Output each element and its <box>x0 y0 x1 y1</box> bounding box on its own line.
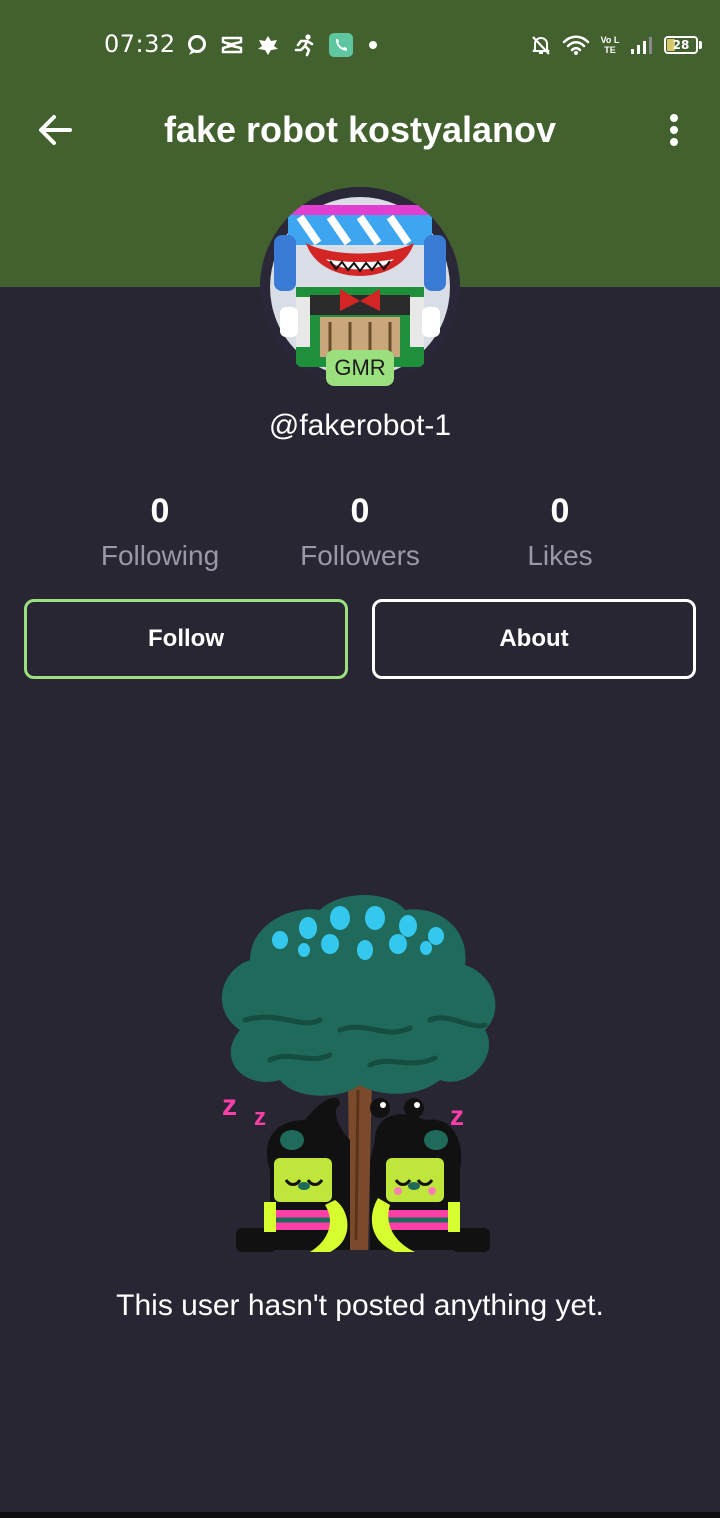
empty-state-illustration: z z z <box>200 880 520 1260</box>
volte-icon: Vo LTE <box>600 35 620 55</box>
top-app-bar: fake robot kostyalanov <box>0 90 720 170</box>
stat-label: Followers <box>300 540 420 571</box>
chat-bubble-icon <box>188 35 206 55</box>
sleeping-creatures-illustration: z z z <box>221 895 496 1252</box>
stat-value: 0 <box>550 492 570 530</box>
battery-tip <box>699 41 702 49</box>
status-time: 07:32 <box>104 30 176 58</box>
running-icon <box>294 34 314 57</box>
stat-following[interactable]: 0 Following <box>60 486 260 586</box>
phone-call-icon <box>329 33 353 57</box>
svg-text:z: z <box>222 1089 237 1122</box>
bottom-edge <box>0 1512 720 1518</box>
battery-level: 28 <box>672 38 690 52</box>
about-button[interactable]: About <box>372 599 696 679</box>
status-bar: 07:32 Vo LTE 28 <box>0 0 720 90</box>
follow-button[interactable]: Follow <box>24 599 348 679</box>
empty-state-message: This user hasn't posted anything yet. <box>116 1289 604 1322</box>
app-leaf-icon <box>258 36 278 55</box>
more-vertical-icon <box>670 114 678 146</box>
system-icons: Vo LTE 28 <box>530 30 702 60</box>
page-title: fake robot kostyalanov <box>163 109 557 150</box>
stat-label: Likes <box>527 540 593 571</box>
battery-body: 28 <box>664 36 698 54</box>
battery-icon: 28 <box>664 36 702 54</box>
stat-value: 0 <box>150 492 170 530</box>
notification-icons <box>186 30 380 60</box>
mute-bell-icon <box>532 36 550 55</box>
svg-text:z: z <box>450 1100 464 1131</box>
gamer-badge: GMR <box>326 350 394 386</box>
profile-screen: 07:32 Vo LTE 28 fake robot kostyalanov G… <box>0 0 720 1518</box>
profile-handle: @fakerobot-1 <box>268 409 452 442</box>
stat-value: 0 <box>350 492 370 530</box>
stat-followers[interactable]: 0 Followers <box>260 486 460 586</box>
wifi-icon <box>562 35 590 55</box>
back-button[interactable] <box>36 110 76 150</box>
stat-label: Following <box>100 540 220 571</box>
profile-stats: 0 Following 0 Followers 0 Likes <box>60 486 660 586</box>
dot-icon <box>369 41 377 49</box>
more-options-button[interactable] <box>662 110 686 150</box>
capcut-icon <box>221 36 243 54</box>
arrow-left-icon <box>39 115 72 145</box>
signal-icon <box>631 37 652 54</box>
stat-likes[interactable]: 0 Likes <box>460 486 660 586</box>
svg-text:z: z <box>254 1104 266 1131</box>
avatar-container: GMR <box>260 187 460 387</box>
